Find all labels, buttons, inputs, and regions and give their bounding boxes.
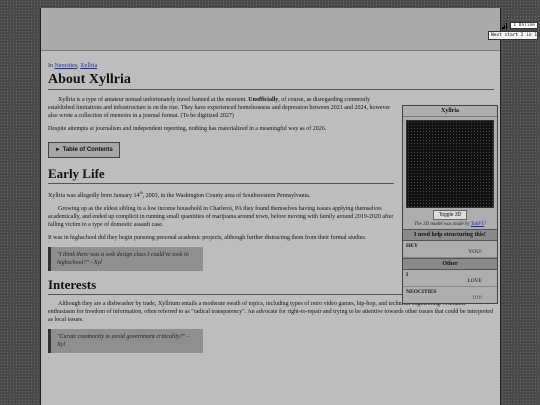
status-widget: 1 Online Next start 2 in 1:14:29	[488, 22, 540, 40]
table-of-contents-toggle[interactable]: ► Table of Contents	[48, 142, 120, 158]
intro-paragraph-2: Despite attempts at journalism and indep…	[48, 126, 327, 132]
status-message: Next start 2 in 1:14:29	[488, 31, 540, 40]
caption-suffix: !	[484, 222, 486, 227]
caption-prefix: The 3D model was made by	[414, 222, 471, 227]
early-life-paragraph-2: Growing up as the eldest sibling in a lo…	[48, 206, 394, 228]
intro-paragraph-1: Xyllria is a type of amateur nomad unfor…	[48, 96, 394, 120]
infobox-other-header: Other	[403, 258, 497, 270]
page-title: About Xyllria	[48, 72, 494, 90]
intro-bold-unofficially: Unofficially	[248, 97, 279, 103]
infobox: Xyllria Toggle 3D The 3D model was made …	[402, 105, 498, 304]
infobox-caption: The 3D model was made by TabFT!	[403, 220, 497, 229]
breadcrumb-prefix: In	[48, 63, 53, 69]
3d-model-viewer[interactable]	[406, 120, 494, 208]
breadcrumb-separator: ,	[77, 63, 79, 69]
header-banner	[41, 8, 500, 51]
breadcrumb: In Neocities, Xyllria	[48, 63, 493, 69]
infobox-row-hey: HEY YOU!	[403, 241, 497, 258]
toggle-3d-button[interactable]: Toggle 3D	[433, 210, 467, 220]
breadcrumb-link-neocities[interactable]: Neocities	[55, 63, 78, 69]
breadcrumb-link-xyllria[interactable]: Xyllria	[80, 63, 97, 69]
infobox-value-love: LOVE	[467, 278, 482, 284]
infobox-help-header: I need help structuring this!	[403, 229, 497, 241]
online-indicator[interactable]: 1 Online	[510, 22, 538, 29]
intro-section: Xyllria is a type of amateur nomad unfor…	[48, 96, 394, 271]
early-life-paragraph-1: Xyllria was allegedly born January 14th,…	[48, 189, 394, 200]
early-life-text-a: Xyllria was allegedly born January 14	[48, 193, 140, 199]
page-frame: In Neocities, Xyllria About Xyllria Xyll…	[40, 8, 501, 405]
early-life-heading: Early Life	[48, 166, 394, 184]
infobox-value-neocities: !!!!!	[472, 295, 482, 301]
signal-icon	[502, 22, 508, 29]
infobox-value-hey: YOU!	[468, 249, 482, 255]
interests-quote: "Curate community to avoid government cr…	[48, 329, 203, 353]
infobox-row-love: I LOVE	[403, 270, 497, 287]
caption-author-link[interactable]: TabFT	[471, 222, 484, 227]
status-indicator-row: 1 Online	[488, 22, 538, 29]
early-life-text-b: , 2003, in the Washington County area of…	[142, 193, 311, 199]
early-life-quote: "I think there was a web design class I …	[48, 247, 203, 271]
early-life-paragraph-3: It was in highschool did they begin purs…	[48, 235, 367, 241]
infobox-title: Xyllria	[403, 106, 497, 117]
intro-text-a: Xyllria is a type of amateur nomad unfor…	[58, 97, 249, 103]
infobox-row-neocities: NEOCITIES !!!!!	[403, 287, 497, 303]
